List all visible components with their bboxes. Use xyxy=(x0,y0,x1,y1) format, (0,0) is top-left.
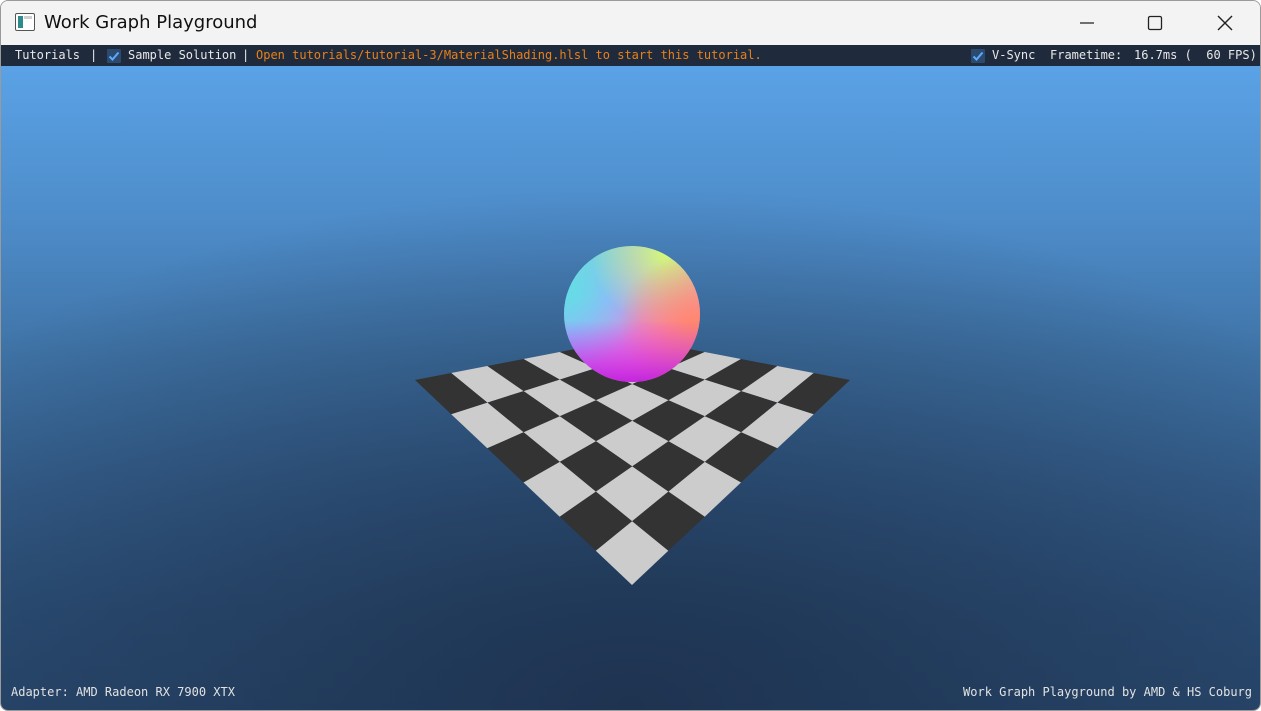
close-button[interactable] xyxy=(1190,1,1260,45)
scene-render xyxy=(415,246,850,585)
tutorial-hint-text: Open tutorials/tutorial-3/MaterialShadin… xyxy=(256,48,762,62)
render-viewport[interactable]: Adapter: AMD Radeon RX 7900 XTX Work Gra… xyxy=(1,66,1260,710)
sphere xyxy=(564,246,700,382)
credit-text: Work Graph Playground by AMD & HS Coburg xyxy=(963,685,1252,699)
vsync-label[interactable]: V-Sync xyxy=(992,48,1035,62)
menu-bar: Tutorials | Sample Solution | Open tutor… xyxy=(1,45,1260,66)
menu-separator: | xyxy=(242,48,250,62)
maximize-button[interactable] xyxy=(1120,1,1190,45)
window-title: Work Graph Playground xyxy=(44,12,258,33)
checkmark-icon xyxy=(972,51,984,61)
adapter-info: Adapter: AMD Radeon RX 7900 XTX xyxy=(11,685,235,699)
vsync-checkbox[interactable] xyxy=(971,49,985,63)
app-icon xyxy=(15,13,35,31)
sample-solution-label[interactable]: Sample Solution xyxy=(128,48,236,62)
tutorials-menu[interactable]: Tutorials xyxy=(15,48,80,62)
frametime-value: 16.7ms ( 60 FPS) xyxy=(1134,48,1257,62)
frametime-label: Frametime: xyxy=(1050,48,1123,62)
app-window: Work Graph Playground Tutorials | Sample… xyxy=(0,0,1261,711)
maximize-icon xyxy=(1147,15,1163,31)
menu-separator: | xyxy=(90,48,98,62)
minimize-icon xyxy=(1080,22,1094,24)
minimize-button[interactable] xyxy=(1052,1,1122,45)
close-icon xyxy=(1217,15,1233,31)
checkmark-icon xyxy=(108,51,120,61)
sample-solution-checkbox[interactable] xyxy=(107,49,121,63)
title-bar[interactable]: Work Graph Playground xyxy=(1,1,1260,45)
